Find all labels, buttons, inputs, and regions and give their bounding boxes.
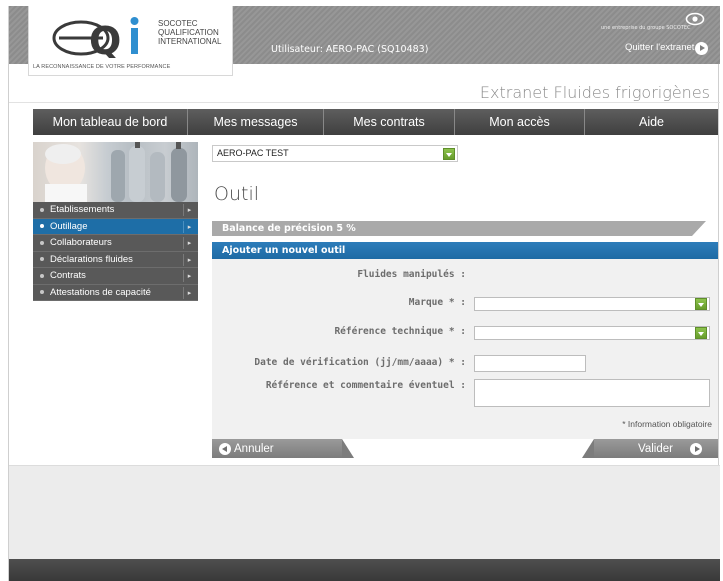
user-label: Utilisateur: AERO-PAC (SQ10483) bbox=[271, 44, 429, 55]
brand-name: SOCOTEC QUALIFICATION INTERNATIONAL bbox=[158, 19, 222, 46]
form-title: Ajouter un nouvel outil bbox=[212, 242, 718, 259]
comment-textarea[interactable] bbox=[474, 379, 710, 407]
sidebar-photo bbox=[33, 142, 198, 202]
nav-item-messages[interactable]: Mes messages bbox=[188, 109, 324, 135]
nav-item-contracts[interactable]: Mes contrats bbox=[324, 109, 455, 135]
bullet-icon bbox=[40, 240, 44, 245]
quit-arrow-icon[interactable] bbox=[695, 42, 708, 55]
brand-select[interactable] bbox=[474, 297, 710, 311]
sidebar-item-declarations[interactable]: Déclarations fluides ▸ bbox=[33, 252, 198, 268]
sidebar-item-label: Collaborateurs bbox=[50, 237, 112, 249]
brand-label: Marque * : bbox=[408, 297, 466, 308]
socotec-eye-icon bbox=[685, 12, 705, 26]
validate-label: Valider bbox=[638, 442, 673, 455]
add-tool-form: Fluides manipulés : Marque * : Référence… bbox=[212, 259, 718, 439]
sidebar-item-etablissements[interactable]: Etablissements ▸ bbox=[33, 202, 198, 219]
chevron-right-icon: ▸ bbox=[183, 237, 195, 249]
sidebar-item-label: Etablissements bbox=[50, 204, 115, 216]
browser-page: Q SOCOTEC QUALIFICATION INTERNATIONAL LA… bbox=[8, 6, 720, 581]
technician-photo bbox=[45, 142, 187, 202]
chevron-right-icon: ▸ bbox=[183, 204, 195, 216]
sqi-logo-icon: Q bbox=[52, 17, 139, 58]
nav-item-help[interactable]: Aide bbox=[585, 109, 718, 135]
sidebar-item-contrats[interactable]: Contrats ▸ bbox=[33, 268, 198, 285]
nav-item-dashboard[interactable]: Mon tableau de bord bbox=[33, 109, 188, 135]
fluids-label: Fluides manipulés : bbox=[357, 269, 466, 280]
sidebar-item-label: Outillage bbox=[50, 220, 88, 232]
sidebar-item-outillage[interactable]: Outillage ▸ bbox=[33, 218, 198, 235]
arrow-left-icon bbox=[219, 442, 231, 455]
check-date-input[interactable] bbox=[474, 355, 586, 372]
bullet-icon bbox=[40, 273, 44, 278]
chevron-down-icon[interactable] bbox=[695, 298, 707, 310]
site-title: Extranet Fluides frigorigènes bbox=[479, 83, 710, 102]
comment-label: Référence et commentaire éventuel : bbox=[265, 380, 466, 391]
chevron-right-icon: ▸ bbox=[183, 286, 195, 299]
sidebar-item-label: Déclarations fluides bbox=[50, 253, 133, 265]
nav-item-access[interactable]: Mon accès bbox=[455, 109, 585, 135]
required-note: * Information obligatoire bbox=[622, 419, 712, 429]
tab-tool[interactable]: Balance de précision 5 % bbox=[212, 221, 706, 236]
sidebar-item-label: Contrats bbox=[50, 270, 86, 282]
chevron-right-icon: ▸ bbox=[183, 270, 195, 282]
chevron-right-icon: ▸ bbox=[183, 253, 195, 266]
main-nav: Mon tableau de bord Mes messages Mes con… bbox=[33, 109, 718, 135]
footer-area bbox=[9, 465, 720, 559]
page-title: Outil bbox=[214, 183, 260, 205]
sidebar-item-label: Attestations de capacité bbox=[50, 286, 151, 298]
site-select-value: AERO-PAC TEST bbox=[217, 148, 289, 158]
chevron-down-icon[interactable] bbox=[443, 148, 455, 160]
tech-ref-select[interactable] bbox=[474, 326, 710, 340]
check-date-label: Date de vérification (jj/mm/aaaa) * : bbox=[254, 357, 466, 368]
sidebar-item-collaborateurs[interactable]: Collaborateurs ▸ bbox=[33, 235, 198, 252]
sidebar-item-attestations[interactable]: Attestations de capacité ▸ bbox=[33, 285, 198, 301]
cancel-label: Annuler bbox=[234, 442, 274, 455]
validate-button[interactable]: Valider bbox=[582, 439, 718, 458]
chevron-right-icon: ▸ bbox=[183, 220, 195, 233]
sidebar-menu: Etablissements ▸ Outillage ▸ Collaborate… bbox=[33, 202, 198, 301]
site-select[interactable]: AERO-PAC TEST bbox=[212, 145, 458, 162]
quit-extranet-link[interactable]: Quitter l'extranet bbox=[625, 42, 694, 53]
logo[interactable]: Q SOCOTEC QUALIFICATION INTERNATIONAL LA… bbox=[28, 6, 233, 76]
svg-text:Q: Q bbox=[89, 19, 121, 58]
arrow-right-icon bbox=[690, 442, 702, 455]
bullet-icon bbox=[40, 224, 44, 229]
bullet-icon bbox=[40, 257, 44, 262]
bullet-icon bbox=[40, 207, 44, 212]
footer-bar bbox=[9, 559, 720, 581]
brand-tagline: LA RECONNAISSANCE DE VOTRE PERFORMANCE bbox=[33, 64, 171, 70]
tech-ref-label: Référence technique * : bbox=[334, 326, 466, 337]
cancel-button[interactable]: Annuler bbox=[212, 439, 354, 458]
group-text: une entreprise du groupe SOCOTEC bbox=[601, 25, 691, 31]
divider bbox=[9, 102, 720, 103]
chevron-down-icon[interactable] bbox=[695, 327, 707, 339]
bullet-icon bbox=[40, 290, 44, 295]
